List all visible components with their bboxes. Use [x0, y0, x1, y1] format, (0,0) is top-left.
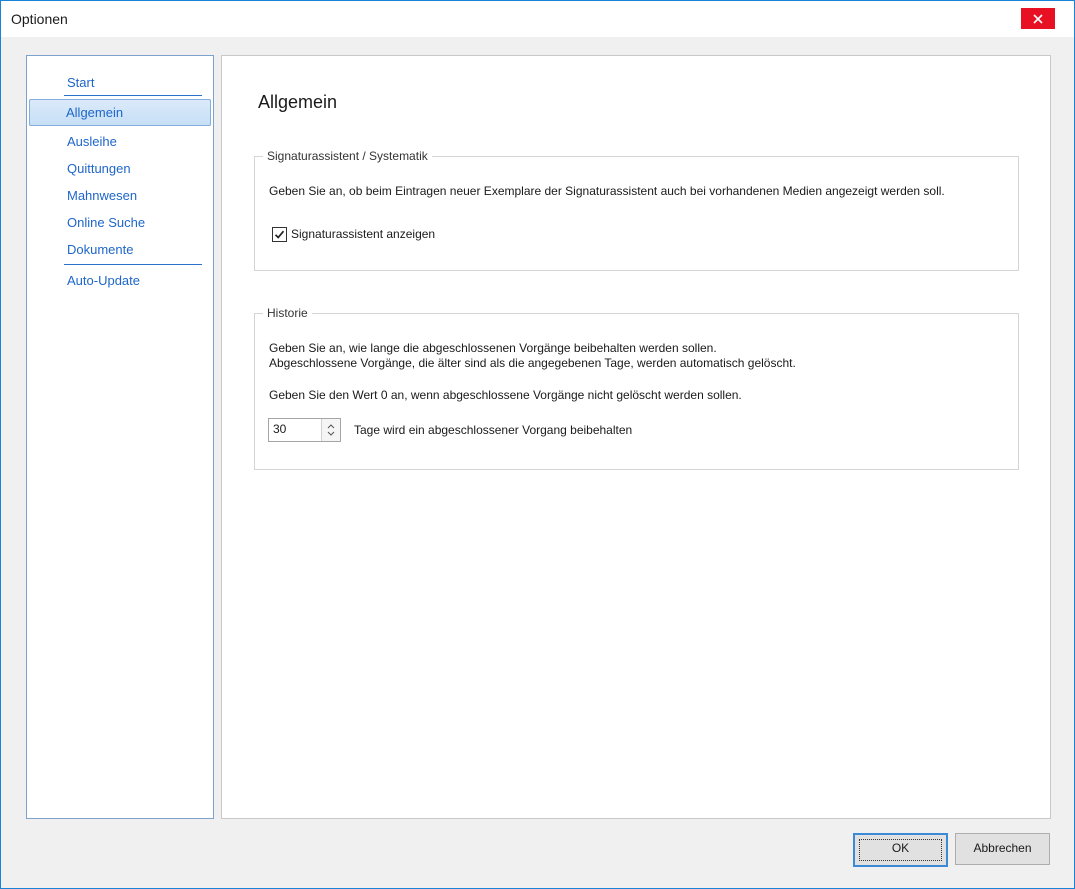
nav-item-ausleihe[interactable]: Ausleihe	[67, 133, 117, 151]
cancel-button-label: Abbrechen	[973, 841, 1032, 855]
signatur-group-label: Signaturassistent / Systematik	[263, 149, 432, 163]
focus-rectangle	[859, 839, 942, 861]
nav-item-quittungen[interactable]: Quittungen	[67, 160, 131, 178]
window-title: Optionen	[11, 11, 68, 27]
signatur-description: Geben Sie an, ob beim Eintragen neuer Ex…	[269, 184, 945, 198]
title-bar: Optionen	[1, 1, 1074, 37]
nav-item-dokumente[interactable]: Dokumente	[67, 241, 133, 259]
nav-item-label: Allgemein	[66, 105, 124, 120]
signatur-checkbox[interactable]	[272, 227, 287, 242]
nav-separator	[64, 95, 202, 96]
signatur-checkbox-label[interactable]: Signaturassistent anzeigen	[291, 227, 435, 242]
nav-item-online-suche[interactable]: Online Suche	[67, 214, 145, 232]
signatur-groupbox: Signaturassistent / Systematik Geben Sie…	[254, 149, 1019, 271]
historie-groupbox: Historie Geben Sie an, wie lange die abg…	[254, 306, 1019, 470]
days-stepper[interactable]: 30	[268, 418, 341, 442]
ok-button[interactable]: OK	[853, 833, 948, 867]
nav-item-allgemein[interactable]: Allgemein	[29, 99, 211, 126]
historie-line-2: Abgeschlossene Vorgänge, die älter sind …	[269, 356, 796, 370]
historie-line-3: Geben Sie den Wert 0 an, wenn abgeschlos…	[269, 388, 742, 402]
days-value[interactable]: 30	[273, 422, 286, 436]
page-title: Allgemein	[258, 92, 338, 112]
days-suffix-label: Tage wird ein abgeschlossener Vorgang be…	[354, 423, 633, 437]
historie-group-label: Historie	[263, 306, 312, 320]
spin-up-down-icon	[327, 424, 335, 436]
close-icon	[1033, 14, 1043, 24]
settings-content-panel: Allgemein Signaturassistent / Systematik…	[221, 55, 1051, 819]
options-dialog: Optionen Start Allgemein Ausleihe Quittu…	[0, 0, 1075, 889]
nav-item-start[interactable]: Start	[67, 74, 94, 92]
close-button[interactable]	[1021, 8, 1055, 29]
nav-item-auto-update[interactable]: Auto-Update	[67, 272, 140, 290]
historie-line-1: Geben Sie an, wie lange die abgeschlosse…	[269, 341, 717, 355]
options-navigation: Start Allgemein Ausleihe Quittungen Mahn…	[26, 55, 214, 819]
stepper-buttons[interactable]	[321, 419, 340, 441]
nav-separator	[64, 264, 202, 265]
checkmark-icon	[274, 230, 285, 239]
nav-item-mahnwesen[interactable]: Mahnwesen	[67, 187, 137, 205]
cancel-button[interactable]: Abbrechen	[955, 833, 1050, 865]
